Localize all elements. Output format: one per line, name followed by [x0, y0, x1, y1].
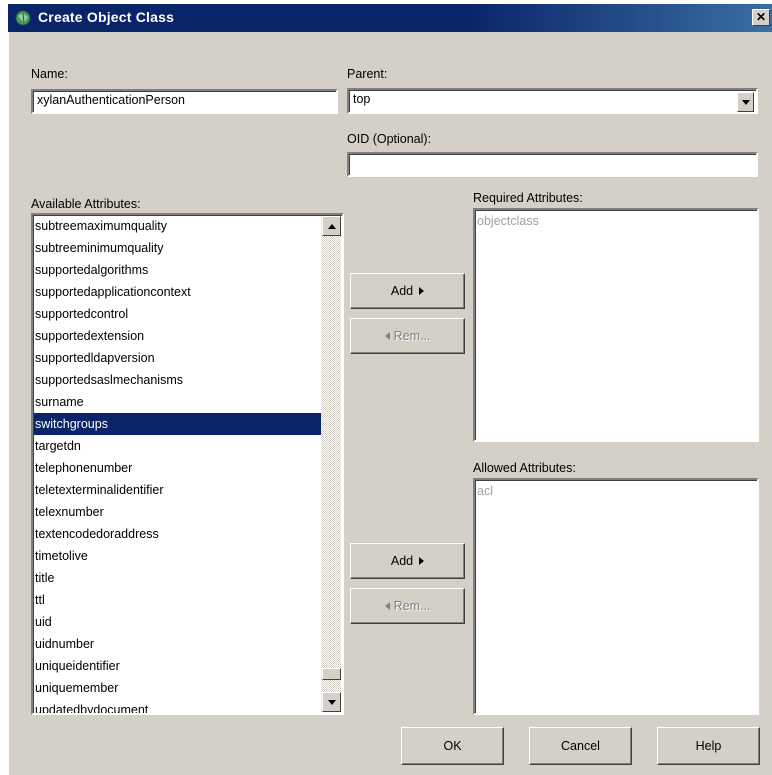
list-item[interactable]: teletexterminalidentifier — [34, 479, 322, 501]
name-label: Name: — [31, 67, 68, 81]
list-item[interactable]: targetdn — [34, 435, 322, 457]
arrow-left-icon — [384, 332, 390, 340]
parent-dropdown-button[interactable] — [737, 92, 754, 112]
required-attributes-label: Required Attributes: — [473, 191, 583, 205]
close-button[interactable]: ✕ — [752, 9, 770, 26]
available-scrollbar[interactable] — [321, 216, 341, 712]
available-items: subtreemaximumquality subtreeminimumquali… — [34, 215, 322, 713]
remove-allowed-button[interactable]: Rem... — [350, 588, 465, 624]
list-item[interactable]: supportedsaslmechanisms — [34, 369, 322, 391]
list-item[interactable]: supportedextension — [34, 325, 322, 347]
remove-allowed-label: Rem... — [393, 599, 431, 613]
list-item[interactable]: uidnumber — [34, 633, 322, 655]
required-items: objectclass — [476, 210, 755, 232]
add-required-button[interactable]: Add — [350, 273, 465, 309]
scroll-down-icon — [327, 699, 336, 705]
list-item[interactable]: uniqueidentifier — [34, 655, 322, 677]
allowed-attributes-label: Allowed Attributes: — [473, 461, 576, 475]
parent-label: Parent: — [347, 67, 388, 81]
oid-input[interactable] — [347, 152, 758, 177]
list-item[interactable]: supportedcontrol — [34, 303, 322, 325]
list-item[interactable]: subtreeminimumquality — [34, 237, 322, 259]
list-item[interactable]: telephonenumber — [34, 457, 322, 479]
list-item[interactable]: uniquemember — [34, 677, 322, 699]
remove-required-label: Rem... — [393, 329, 431, 343]
cancel-button[interactable]: Cancel — [529, 727, 632, 765]
available-attributes-label: Available Attributes: — [31, 197, 141, 211]
scroll-up-icon — [327, 223, 336, 229]
list-item[interactable]: textencodedoraddress — [34, 523, 322, 545]
name-input[interactable]: xylanAuthenticationPerson — [31, 89, 338, 114]
list-item[interactable]: surname — [34, 391, 322, 413]
dialog-title: Create Object Class — [38, 9, 175, 25]
available-attributes-list[interactable]: subtreemaximumquality subtreeminimumquali… — [31, 213, 344, 715]
add-allowed-button[interactable]: Add — [350, 543, 465, 579]
ok-button[interactable]: OK — [401, 727, 504, 765]
scroll-up-button[interactable] — [322, 216, 341, 236]
list-item[interactable]: title — [34, 567, 322, 589]
scroll-down-button[interactable] — [322, 692, 341, 712]
list-item[interactable]: acl — [476, 480, 755, 502]
list-item[interactable]: supportedldapversion — [34, 347, 322, 369]
allowed-items: acl — [476, 480, 755, 502]
close-icon: ✕ — [755, 10, 767, 24]
object-class-icon — [14, 9, 32, 27]
cancel-label: Cancel — [561, 739, 600, 753]
allowed-attributes-list[interactable]: acl — [473, 478, 759, 715]
scroll-thumb[interactable] — [322, 668, 341, 680]
list-item[interactable]: switchgroups — [34, 413, 322, 435]
chevron-down-icon — [741, 99, 750, 105]
title-bar[interactable]: Create Object Class ✕ — [8, 4, 772, 32]
list-item[interactable]: updatedbydocument — [34, 699, 322, 713]
add-required-label: Add — [390, 284, 414, 298]
help-label: Help — [695, 739, 722, 753]
required-attributes-list[interactable]: objectclass — [473, 208, 759, 442]
remove-required-button[interactable]: Rem... — [350, 318, 465, 354]
list-item[interactable]: supportedapplicationcontext — [34, 281, 322, 303]
parent-select[interactable]: top — [347, 88, 758, 114]
help-button[interactable]: Help — [657, 727, 760, 765]
list-item[interactable]: telexnumber — [34, 501, 322, 523]
ok-label: OK — [443, 739, 462, 753]
arrow-right-icon — [419, 287, 425, 295]
arrow-left-icon — [384, 602, 390, 610]
list-item[interactable]: ttl — [34, 589, 322, 611]
list-item[interactable]: subtreemaximumquality — [34, 215, 322, 237]
list-item[interactable]: uid — [34, 611, 322, 633]
oid-label: OID (Optional): — [347, 132, 432, 146]
list-item[interactable]: objectclass — [476, 210, 755, 232]
list-item[interactable]: supportedalgorithms — [34, 259, 322, 281]
arrow-right-icon — [419, 557, 425, 565]
add-allowed-label: Add — [390, 554, 414, 568]
parent-select-value: top — [353, 92, 371, 106]
list-item[interactable]: timetolive — [34, 545, 322, 567]
